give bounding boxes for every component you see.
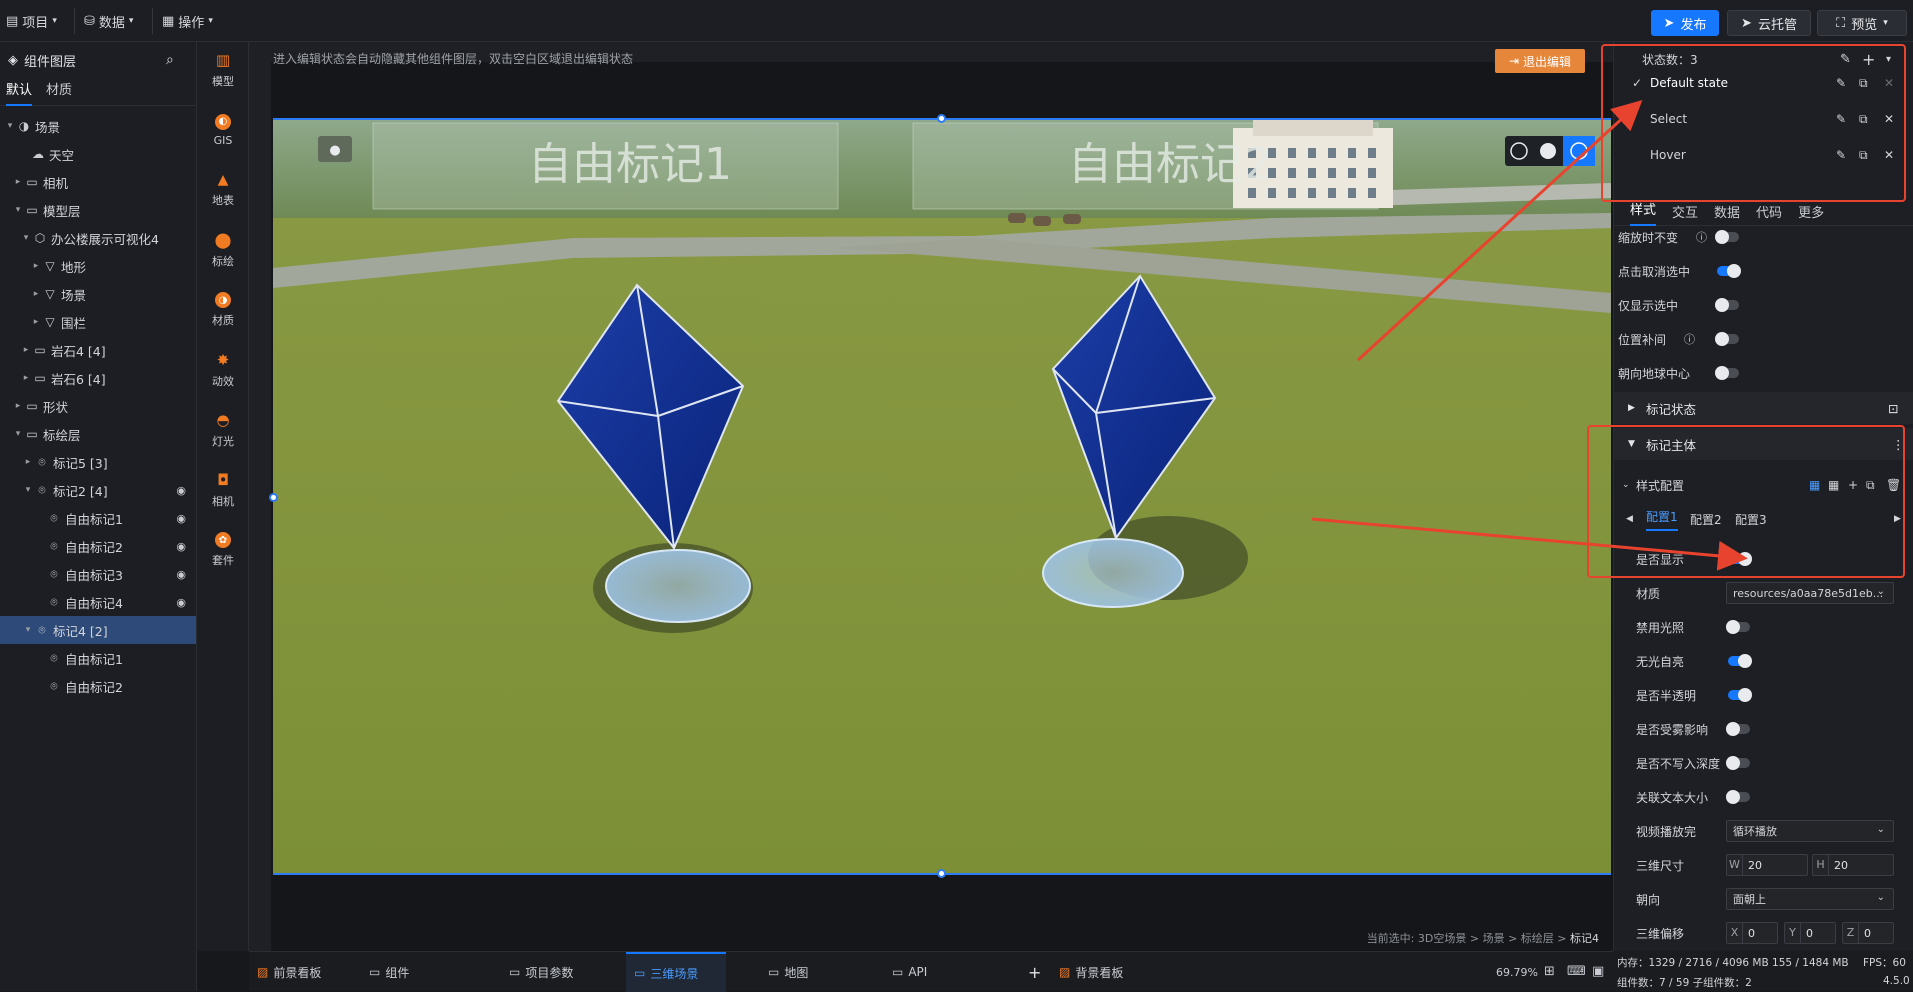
annotation-arrows	[1311, 99, 1748, 571]
